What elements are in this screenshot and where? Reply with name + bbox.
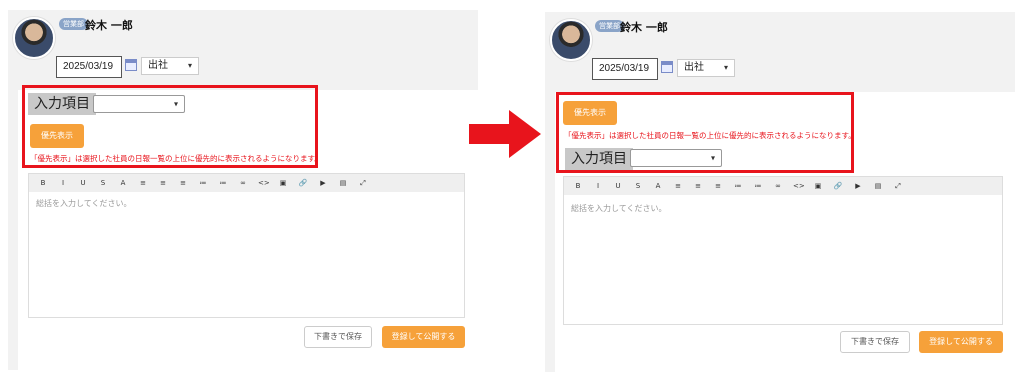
avatar: [550, 19, 592, 61]
input-item-select[interactable]: ▾: [93, 95, 185, 113]
status-select[interactable]: 出社 ▾: [141, 57, 199, 75]
publish-button[interactable]: 登録して公開する: [919, 331, 1003, 353]
date-input[interactable]: 2025/03/19: [592, 58, 658, 80]
summary-editor[interactable]: B I U S A ≡ ≡ ≡ ≔ ≔ ∞ <> ▣ 🔗 ▶ ▤ ⤢ 総括を入力…: [28, 173, 465, 318]
input-item-select[interactable]: ▾: [630, 149, 722, 167]
comparison-screenshot: 営業部 鈴木 一郎 2025/03/19 出社 ▾ 入力項目 ▾ 優先表示 「優…: [0, 0, 1024, 387]
publish-button[interactable]: 登録して公開する: [382, 326, 465, 348]
editor-toolbar: B I U S A ≡ ≡ ≡ ≔ ≔ ∞ <> ▣ 🔗 ▶ ▤ ⤢: [29, 174, 464, 192]
underline-icon[interactable]: U: [78, 179, 88, 187]
italic-icon[interactable]: I: [593, 182, 603, 190]
align-center-icon[interactable]: ≡: [693, 182, 703, 190]
user-name: 鈴木 一郎: [620, 21, 668, 34]
status-select-value: 出社: [684, 62, 704, 73]
status-select-value: 出社: [148, 60, 168, 71]
dept-badge: 営業部: [59, 18, 88, 30]
editor-placeholder: 総括を入力してください。: [36, 199, 132, 208]
calendar-icon[interactable]: [661, 61, 673, 73]
strikethrough-icon[interactable]: S: [98, 179, 108, 187]
chevron-down-icon: ▾: [723, 63, 728, 72]
editor-toolbar: B I U S A ≡ ≡ ≡ ≔ ≔ ∞ <> ▣ 🔗 ▶ ▤ ⤢: [564, 177, 1002, 195]
input-item-label: 入力項目: [28, 93, 96, 115]
underline-icon[interactable]: U: [613, 182, 623, 190]
calendar-icon[interactable]: [125, 59, 137, 71]
priority-notice: 「優先表示」は選択した社員の日報一覧の上位に優先的に表示されるようになります。: [30, 154, 322, 163]
italic-icon[interactable]: I: [58, 179, 68, 187]
left-band: [8, 10, 18, 370]
align-center-icon[interactable]: ≡: [158, 179, 168, 187]
font-color-icon[interactable]: A: [118, 179, 128, 187]
priority-display-button[interactable]: 優先表示: [563, 101, 617, 125]
bullet-list-icon[interactable]: ≔: [198, 179, 208, 187]
chevron-down-icon: ▾: [187, 61, 192, 70]
video-icon[interactable]: ▶: [853, 182, 863, 190]
align-right-icon[interactable]: ≡: [178, 179, 188, 187]
priority-display-button[interactable]: 優先表示: [30, 124, 84, 148]
table-icon[interactable]: ▤: [338, 179, 348, 187]
fullscreen-icon[interactable]: ⤢: [893, 182, 903, 191]
numbered-list-icon[interactable]: ≔: [218, 179, 228, 187]
left-band: [545, 12, 555, 372]
code-icon[interactable]: <>: [258, 179, 270, 187]
editor-placeholder: 総括を入力してください。: [571, 204, 667, 213]
code-icon[interactable]: <>: [793, 182, 805, 190]
video-icon[interactable]: ▶: [318, 179, 328, 187]
priority-notice: 「優先表示」は選択した社員の日報一覧の上位に優先的に表示されるようになります。: [564, 131, 856, 140]
attach-icon[interactable]: 🔗: [833, 182, 843, 190]
attach-icon[interactable]: 🔗: [298, 179, 308, 187]
chevron-down-icon: ▾: [173, 99, 178, 109]
strikethrough-icon[interactable]: S: [633, 182, 643, 190]
numbered-list-icon[interactable]: ≔: [753, 182, 763, 190]
align-left-icon[interactable]: ≡: [138, 179, 148, 187]
align-left-icon[interactable]: ≡: [673, 182, 683, 190]
status-select[interactable]: 出社 ▾: [677, 59, 735, 77]
fullscreen-icon[interactable]: ⤢: [358, 179, 368, 188]
link-icon[interactable]: ∞: [238, 179, 248, 187]
save-draft-button[interactable]: 下書きで保存: [840, 331, 910, 353]
date-input[interactable]: 2025/03/19: [56, 56, 122, 78]
user-name: 鈴木 一郎: [85, 19, 133, 32]
table-icon[interactable]: ▤: [873, 182, 883, 190]
image-icon[interactable]: ▣: [278, 179, 288, 187]
summary-editor[interactable]: B I U S A ≡ ≡ ≡ ≔ ≔ ∞ <> ▣ 🔗 ▶ ▤ ⤢ 総括を入力…: [563, 176, 1003, 325]
avatar: [13, 17, 55, 59]
bullet-list-icon[interactable]: ≔: [733, 182, 743, 190]
link-icon[interactable]: ∞: [773, 182, 783, 190]
bold-icon[interactable]: B: [573, 182, 583, 190]
input-item-label: 入力項目: [565, 148, 633, 170]
image-icon[interactable]: ▣: [813, 182, 823, 190]
font-color-icon[interactable]: A: [653, 182, 663, 190]
save-draft-button[interactable]: 下書きで保存: [304, 326, 372, 348]
align-right-icon[interactable]: ≡: [713, 182, 723, 190]
bold-icon[interactable]: B: [38, 179, 48, 187]
arrow-right-icon: [469, 110, 541, 158]
chevron-down-icon: ▾: [710, 153, 715, 163]
